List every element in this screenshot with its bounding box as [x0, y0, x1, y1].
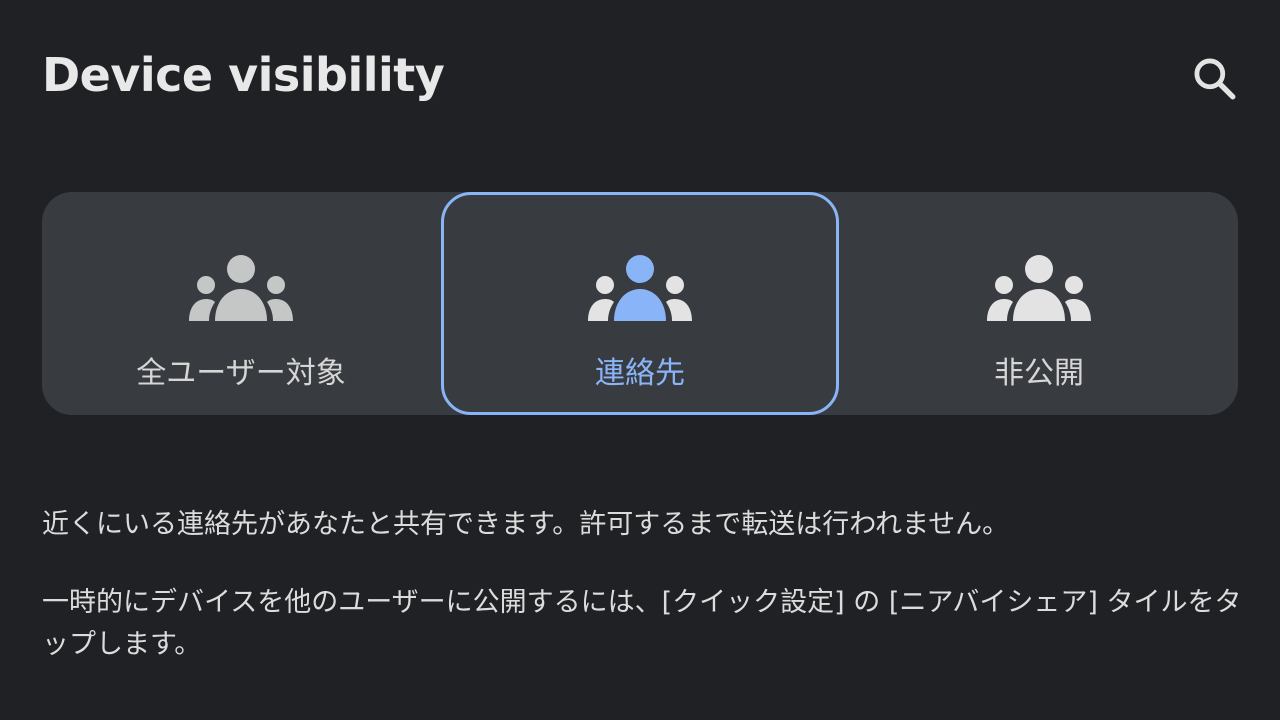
- search-icon: [1194, 58, 1236, 100]
- visibility-option-everyone[interactable]: 全ユーザー対象: [42, 192, 440, 415]
- search-button[interactable]: [1186, 50, 1242, 106]
- description-hint-text: 一時的にデバイスを他のユーザーに公開するには、[クイック設定] の [ニアバイシ…: [42, 587, 1242, 660]
- visibility-option-label: 非公開: [994, 356, 1084, 391]
- visibility-selector: 全ユーザー対象 連絡先 非公開: [42, 192, 1238, 415]
- visibility-option-label: 連絡先: [595, 356, 685, 391]
- people-icon: [588, 255, 692, 321]
- people-icon: [987, 255, 1091, 321]
- visibility-option-label: 全ユーザー対象: [136, 356, 346, 391]
- people-icon: [189, 255, 293, 321]
- visibility-option-contacts[interactable]: 連絡先: [441, 192, 839, 415]
- description-text: 近くにいる連絡先があなたと共有できます。許可するまで転送は行われません。: [42, 509, 1010, 540]
- page-title: Device visibility: [42, 48, 445, 102]
- visibility-option-hidden[interactable]: 非公開: [840, 192, 1238, 415]
